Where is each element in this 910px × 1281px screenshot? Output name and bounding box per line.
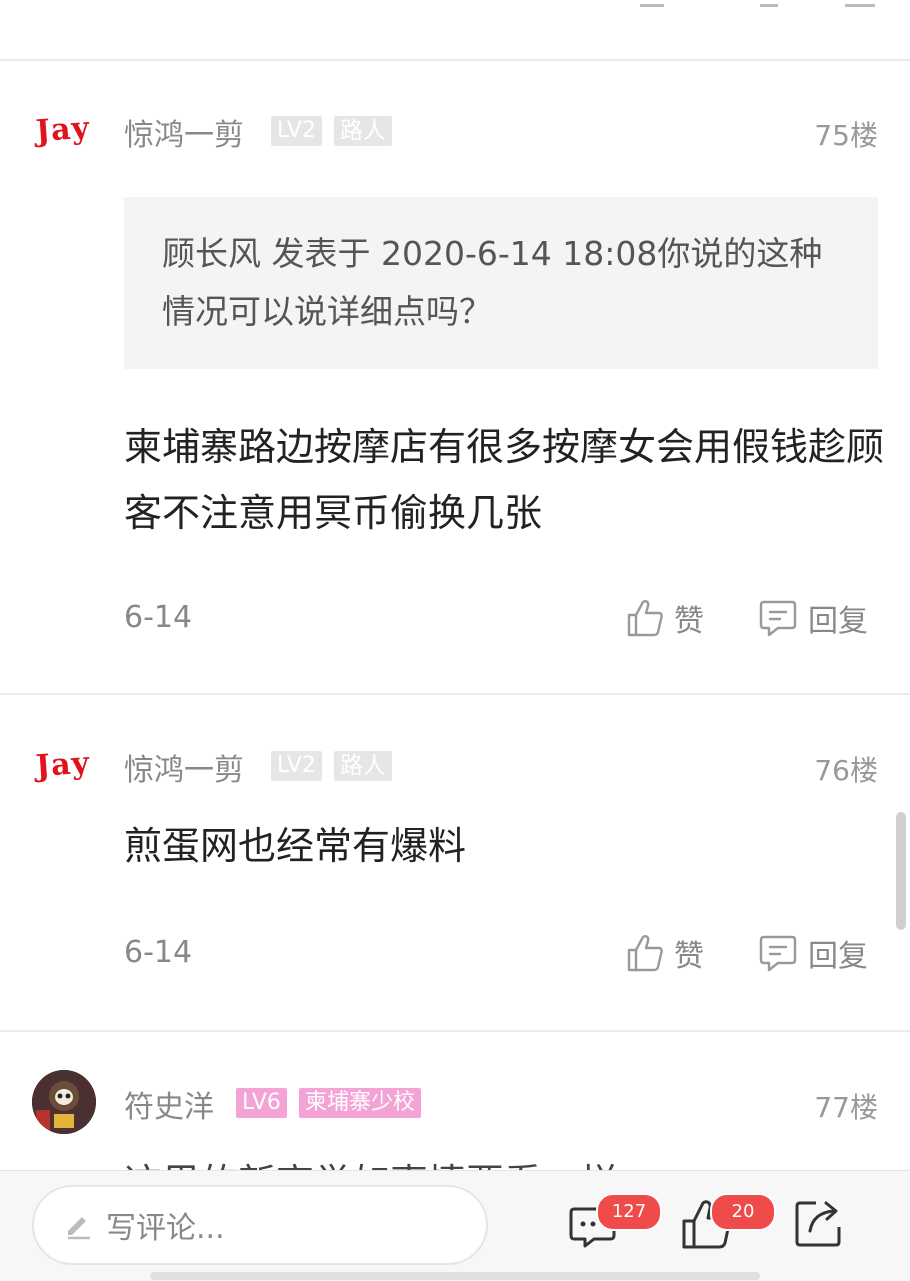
gesture-bar	[150, 1272, 760, 1280]
title-badge: 柬埔寨少校	[299, 1088, 422, 1118]
like-label: 赞	[674, 939, 704, 974]
avatar[interactable]	[32, 1070, 96, 1134]
avatar[interactable]: Jay	[35, 110, 102, 154]
comment-date: 6-14	[124, 600, 193, 635]
thumbs-up-icon	[627, 600, 663, 637]
reply-button[interactable]: 回复	[758, 596, 868, 640]
share-button[interactable]	[792, 1195, 848, 1251]
remnant-icon	[845, 0, 875, 7]
remnant-icon	[760, 0, 778, 7]
comment-content: 煎蛋网也经常有爆料	[124, 824, 467, 868]
level-badge: LV6	[236, 1088, 287, 1118]
like-button[interactable]: 赞	[626, 596, 704, 640]
remnant-icon	[640, 0, 664, 7]
like-label: 赞	[674, 604, 704, 639]
bottom-action-bar: 写评论... 127 20	[0, 1170, 910, 1281]
likes-count-badge: 20	[710, 1193, 776, 1231]
quote-text: 顾长风 发表于 2020-6-14 18:08你说的这种情况可以说详细点吗？	[162, 234, 823, 331]
username[interactable]: 惊鸿一剪	[124, 110, 244, 154]
avatar-image	[32, 1070, 96, 1134]
comment-post-77: 符史洋 LV6 柬埔寨少校 77楼 这里的新高举如事情要看一样	[0, 1032, 910, 1170]
level-badge: LV2	[271, 116, 322, 146]
comment-content-partial: 这里的新高举如事情要看一样	[124, 1150, 884, 1170]
speech-bubble-icon	[759, 935, 797, 972]
level-badge: LV2	[271, 751, 322, 781]
comments-count-badge: 127	[596, 1193, 662, 1231]
floor-number: 77楼	[814, 1091, 878, 1124]
comment-post-76: Jay 惊鸿一剪 LV2 路人 76楼 煎蛋网也经常有爆料 6-14 赞 回复	[0, 695, 910, 1030]
username[interactable]: 符史洋	[124, 1082, 214, 1126]
comment-placeholder: 写评论...	[106, 1211, 225, 1246]
pencil-icon	[68, 1217, 90, 1240]
like-button[interactable]: 赞	[626, 931, 704, 975]
write-comment-input[interactable]: 写评论...	[32, 1185, 488, 1265]
floor-number: 75楼	[814, 119, 878, 152]
comment-post-75: Jay 惊鸿一剪 LV2 路人 75楼 顾长风 发表于 2020-6-14 18…	[0, 60, 910, 694]
floor-number: 76楼	[814, 754, 878, 787]
scrollbar[interactable]	[896, 812, 906, 930]
comment-date: 6-14	[124, 935, 193, 970]
quoted-comment[interactable]: 顾长风 发表于 2020-6-14 18:08你说的这种情况可以说详细点吗？	[124, 197, 878, 369]
title-badge: 路人	[334, 116, 392, 146]
reply-label: 回复	[808, 604, 868, 639]
title-badge: 路人	[334, 751, 392, 781]
thumbs-up-icon	[627, 935, 663, 972]
share-icon	[795, 1201, 841, 1247]
comment-content: 柬埔寨路边按摩店有很多按摩女会用假钱趁顾客不注意用冥币偷换几张	[124, 425, 885, 535]
avatar[interactable]: Jay	[35, 745, 102, 789]
reply-label: 回复	[808, 939, 868, 974]
previous-post-remnant	[0, 0, 910, 60]
reply-button[interactable]: 回复	[758, 931, 868, 975]
username[interactable]: 惊鸿一剪	[124, 745, 244, 789]
speech-bubble-icon	[759, 600, 797, 637]
